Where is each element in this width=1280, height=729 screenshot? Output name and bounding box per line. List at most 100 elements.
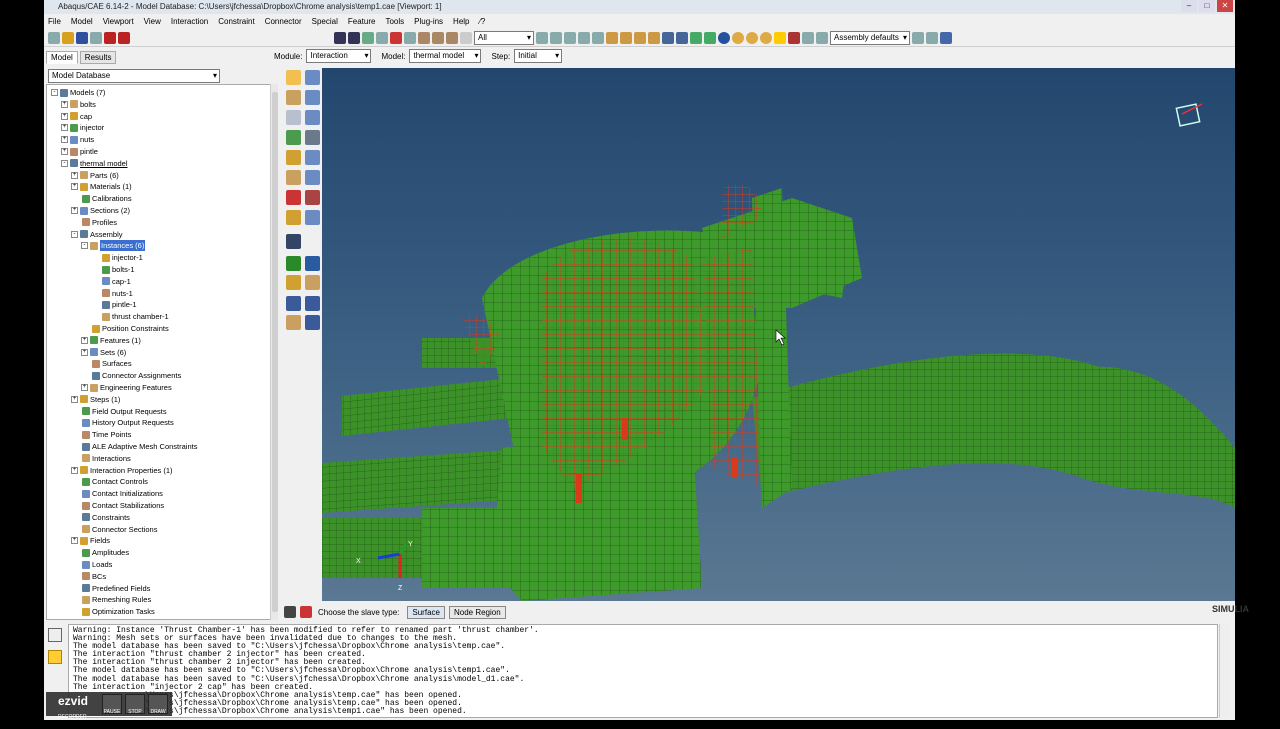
datum-point-icon[interactable] (286, 256, 301, 271)
zoom-box-icon[interactable] (376, 31, 388, 44)
plugin-icon[interactable] (104, 31, 116, 44)
menu-item[interactable]: Model (71, 17, 93, 26)
tree-item[interactable]: + Interaction Properties (1) (71, 465, 173, 476)
csys-icon[interactable] (286, 296, 301, 311)
expand-icon[interactable]: + (61, 100, 68, 108)
collapse-icon[interactable]: - (51, 89, 58, 96)
tree-item[interactable]: Calibrations (71, 193, 132, 204)
menu-item[interactable]: ⁄? (480, 17, 486, 26)
back-icon[interactable] (284, 606, 296, 618)
fit-view-icon[interactable] (390, 31, 402, 44)
tree-item[interactable]: Predefined Fields (71, 583, 150, 594)
views2-icon[interactable] (432, 31, 444, 44)
expand-icon[interactable]: + (71, 466, 78, 474)
render-shaded-icon[interactable] (690, 31, 702, 44)
tree-item[interactable]: nuts-1 (91, 288, 133, 299)
expand-icon[interactable]: + (61, 112, 68, 120)
expand-icon[interactable]: + (81, 348, 88, 356)
contact-controls-icon[interactable] (286, 110, 301, 125)
tree-item[interactable]: + Parts (6) (71, 170, 119, 181)
tree-item[interactable]: Contact Controls (71, 476, 148, 487)
tree-item[interactable]: Surfaces (81, 358, 132, 369)
view-side-icon[interactable] (648, 31, 660, 44)
property-manager-icon[interactable] (305, 90, 320, 105)
create-wire-icon[interactable] (286, 190, 301, 205)
connector-manager-icon[interactable] (305, 170, 320, 185)
csys2-icon[interactable] (305, 296, 320, 311)
render-hidden-icon[interactable] (676, 31, 688, 44)
redo-icon[interactable] (802, 31, 814, 44)
view-cube-icon[interactable] (1175, 103, 1203, 127)
expand-icon[interactable]: + (71, 207, 78, 214)
stop-button[interactable]: STOP (125, 694, 145, 715)
menu-item[interactable]: View (144, 17, 161, 26)
expand-icon[interactable]: + (81, 336, 88, 344)
print-icon[interactable] (90, 31, 102, 44)
pause-button[interactable]: PAUSE (102, 694, 122, 715)
menu-item[interactable]: Constraint (218, 17, 254, 26)
python-tab-icon[interactable] (48, 650, 62, 664)
magnify-icon[interactable] (362, 31, 374, 44)
tree-item[interactable]: Remeshing Rules (71, 594, 151, 605)
selection-filter-select[interactable]: All (474, 30, 534, 45)
model-database-select[interactable]: Model Database (48, 69, 220, 83)
open-icon[interactable] (62, 31, 74, 44)
tree-item[interactable]: + Sets (6) (81, 347, 126, 358)
viewport[interactable]: X Y Z (322, 68, 1235, 601)
menu-item[interactable]: Connector (265, 17, 302, 26)
tree-item[interactable]: Amplitudes (71, 547, 129, 558)
tree-item[interactable]: Contact Stabilizations (71, 500, 164, 511)
tree-item[interactable]: - Assembly (71, 229, 123, 240)
query-icon[interactable] (774, 31, 786, 44)
tree-item[interactable]: Interactions (71, 453, 131, 464)
draw-button[interactable]: DRAW (148, 694, 168, 715)
tree-item[interactable]: Field Output Requests (71, 406, 167, 417)
tab-model[interactable]: Model (46, 51, 78, 64)
datum-axis-icon[interactable] (305, 256, 320, 271)
plugin2-icon[interactable] (118, 31, 130, 44)
viewport-icon[interactable] (940, 31, 952, 44)
tree-item[interactable]: injector-1 (91, 252, 143, 263)
render-shaded2-icon[interactable] (704, 31, 716, 44)
pan-icon[interactable] (334, 31, 346, 44)
tree-item[interactable]: Loads (71, 559, 112, 570)
tree-item[interactable]: Position Constraints (81, 323, 169, 334)
expand-icon[interactable]: + (61, 136, 68, 144)
tree-item[interactable]: History Output Requests (71, 417, 174, 428)
wire-edit-icon[interactable] (305, 190, 320, 205)
tree-item[interactable]: Profiles (71, 217, 117, 228)
cancel-icon[interactable] (300, 606, 312, 618)
color-code-select[interactable]: Assembly defaults (830, 30, 910, 45)
select-mode2-icon[interactable] (550, 31, 562, 44)
tree-item[interactable]: + pintle (61, 146, 98, 157)
maximize-button[interactable]: □ (1199, 0, 1215, 12)
tree-item[interactable]: - Models (7) (51, 87, 105, 98)
menu-item[interactable]: Interaction (171, 17, 208, 26)
partition2-icon[interactable] (305, 315, 320, 330)
minimize-button[interactable]: – (1181, 0, 1197, 12)
module-select[interactable]: Interaction (306, 49, 372, 63)
menu-item[interactable]: Help (453, 17, 469, 26)
tree-item[interactable]: + Sections (2) (71, 205, 130, 216)
connector-section-icon[interactable] (286, 170, 301, 185)
message-scrollbar[interactable] (1219, 624, 1229, 718)
tree-item[interactable]: + Fields (71, 535, 110, 546)
tree-item[interactable]: + Materials (1) (71, 181, 132, 192)
tree-scrollbar[interactable] (270, 84, 278, 620)
create-constraint-icon[interactable] (286, 150, 301, 165)
expand-icon[interactable]: + (81, 384, 88, 391)
controls-manager-icon[interactable] (305, 110, 320, 125)
collapse-icon[interactable]: - (81, 242, 88, 250)
tree-item[interactable]: Constraints (71, 512, 130, 523)
create-interaction-icon[interactable] (286, 70, 301, 85)
select-poly-icon[interactable] (592, 31, 604, 44)
collapse-icon[interactable]: - (61, 159, 68, 167)
tree-item[interactable]: Optimization Tasks (71, 606, 155, 617)
layout-icon[interactable] (926, 31, 938, 44)
collapse-icon[interactable]: - (71, 230, 78, 238)
select-box-icon[interactable] (564, 31, 576, 44)
tree-item[interactable]: bolts-1 (91, 264, 135, 275)
menu-item[interactable]: Feature (348, 17, 376, 26)
expand-icon[interactable]: + (71, 183, 78, 191)
pick-icon[interactable] (460, 31, 472, 44)
